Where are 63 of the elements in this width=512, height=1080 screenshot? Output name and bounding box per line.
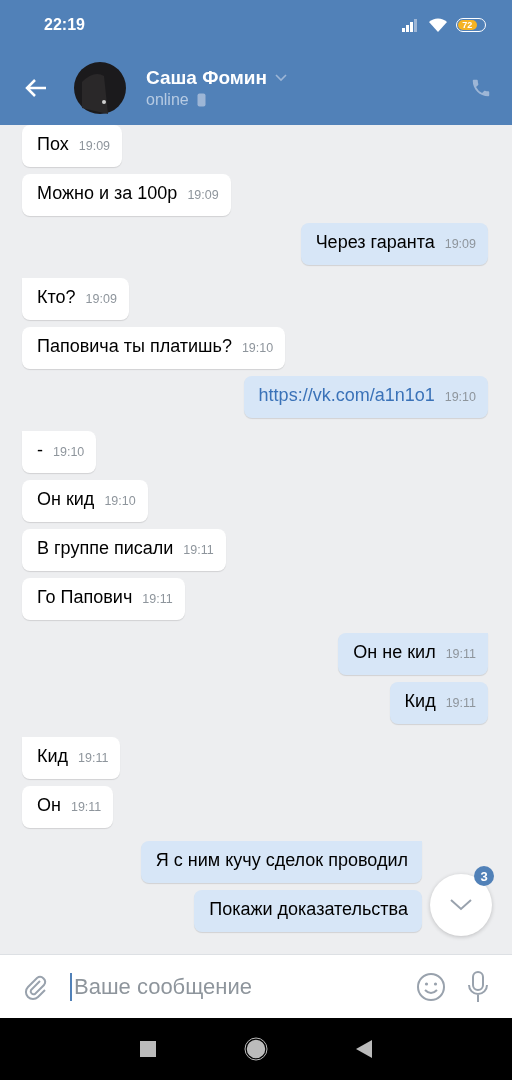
message-link[interactable]: https://vk.com/a1n1o1 xyxy=(258,385,435,406)
back-arrow-icon[interactable] xyxy=(24,77,48,98)
message-text: Он кид xyxy=(37,489,95,510)
message-bubble[interactable]: В группе писали 19:11 xyxy=(22,529,226,571)
message-time: 19:11 xyxy=(142,592,173,606)
message-bubble[interactable]: Он кид 19:10 xyxy=(22,480,148,522)
message-text: Пох xyxy=(37,134,69,155)
message-bubble[interactable]: Го Папович 19:11 xyxy=(22,578,185,620)
wifi-icon xyxy=(428,17,448,33)
message-text: Можно и за 100р xyxy=(37,183,178,204)
message-text: Паповича ты платишь? xyxy=(37,336,232,357)
message-time: 19:10 xyxy=(104,494,136,508)
message-bubble[interactable]: Покажи доказательства xyxy=(194,890,422,932)
battery-level: 72 xyxy=(458,20,477,30)
phone-device-icon xyxy=(196,92,206,107)
message-time: 19:11 xyxy=(445,696,476,710)
message-text: Покажи доказательства xyxy=(209,899,408,920)
message-text: Кид xyxy=(37,746,69,767)
message-text: Он xyxy=(37,795,61,816)
message-time: 19:09 xyxy=(78,139,111,153)
message-bubble[interactable]: https://vk.com/a1n1o1 19:10 xyxy=(243,376,488,418)
message-time: 19:11 xyxy=(70,800,102,814)
message-text: - xyxy=(37,440,43,461)
message-bubble[interactable]: Я с ним кучу сделок проводил xyxy=(140,841,422,883)
message-bubble[interactable]: Через гаранта 19:09 xyxy=(300,223,488,265)
message-text: Го Папович xyxy=(37,587,133,608)
message-text: Через гаранта xyxy=(315,232,435,253)
message-bubble[interactable]: Кто? 19:09 xyxy=(22,278,129,320)
scroll-down-button[interactable] xyxy=(430,874,492,936)
message-time: 19:10 xyxy=(241,341,274,355)
contact-name[interactable]: Саша Фомин xyxy=(146,66,267,89)
message-text: Кид xyxy=(404,691,436,712)
message-time: 19:09 xyxy=(444,237,476,251)
home-icon[interactable] xyxy=(244,1037,268,1061)
avatar[interactable] xyxy=(74,61,126,114)
message-text: Я с ним кучу сделок проводил xyxy=(155,850,408,871)
smiley-icon[interactable] xyxy=(416,971,446,1002)
message-bubble[interactable]: Кид 19:11 xyxy=(389,682,488,724)
message-bubble[interactable]: Можно и за 100р 19:09 xyxy=(22,174,231,216)
message-bubble[interactable]: Паповича ты платишь? 19:10 xyxy=(22,327,286,369)
message-time: 19:09 xyxy=(85,292,117,306)
status-time: 22:19 xyxy=(44,16,85,34)
message-bubble[interactable]: - 19:10 xyxy=(22,431,97,473)
message-time: 19:11 xyxy=(183,543,214,557)
message-text: В группе писали xyxy=(37,538,174,559)
message-time: 19:11 xyxy=(78,751,109,765)
message-time: 19:10 xyxy=(444,390,476,404)
message-bubble[interactable]: Пох 19:09 xyxy=(22,125,123,167)
message-time: 19:09 xyxy=(187,188,219,202)
microphone-icon[interactable] xyxy=(466,970,490,1003)
chevron-down-icon[interactable] xyxy=(275,73,287,82)
message-bubble[interactable]: Он 19:11 xyxy=(22,786,114,828)
back-icon[interactable] xyxy=(356,1040,372,1058)
message-time: 19:10 xyxy=(53,445,85,459)
chevron-down-icon xyxy=(450,899,472,911)
message-time: 19:11 xyxy=(445,647,476,661)
message-text: Он не кил xyxy=(353,642,436,663)
message-bubble[interactable]: Он не кил 19:11 xyxy=(338,633,488,675)
unread-badge: 3 xyxy=(474,866,494,886)
message-bubble[interactable]: Кид 19:11 xyxy=(22,737,121,779)
signal-icon xyxy=(402,18,420,32)
message-text: Кто? xyxy=(37,287,76,308)
online-status: online xyxy=(146,90,189,109)
